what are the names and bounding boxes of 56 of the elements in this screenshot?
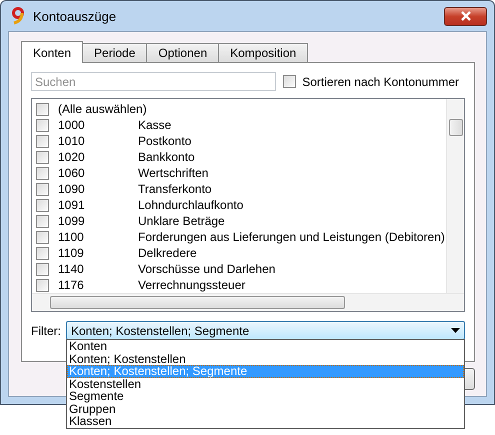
- caret-icon: [451, 328, 460, 333]
- checkbox[interactable]: [36, 102, 49, 116]
- checkbox[interactable]: [36, 198, 49, 212]
- dropdown-option[interactable]: Konten: [67, 340, 464, 352]
- checkbox[interactable]: [36, 134, 49, 148]
- account-number: 1109: [58, 246, 85, 260]
- filter-label: Filter:: [31, 324, 61, 338]
- checkbox[interactable]: [36, 246, 49, 260]
- checkbox[interactable]: [36, 166, 49, 180]
- dropdown-option[interactable]: Gruppen: [67, 402, 464, 415]
- search-field[interactable]: Suchen: [31, 72, 276, 91]
- checkbox[interactable]: [36, 278, 49, 292]
- account-name: Forderungen aus Lieferungen und Leistungen (Debitoren): [138, 230, 445, 244]
- account-number: 1140: [58, 262, 85, 276]
- checkbox-label: Sortieren nach Kontonummer: [302, 74, 459, 88]
- tab[interactable]: Konten: [21, 41, 84, 63]
- checkbox[interactable]: [36, 118, 49, 132]
- account-name: Wertschriften: [138, 166, 208, 180]
- account-number: 1020: [58, 150, 86, 164]
- account-name: Transferkonto: [138, 182, 212, 196]
- account-number: 1091: [58, 198, 86, 212]
- account-name: Lohndurchlaufkonto: [138, 198, 244, 212]
- close-button[interactable]: [444, 6, 487, 26]
- account-name: Postkonto: [138, 134, 192, 148]
- select-all-label: (Alle auswählen): [58, 102, 147, 116]
- dropdown-option[interactable]: Kostenstellen: [67, 378, 464, 390]
- account-name: Bankkonto: [138, 150, 195, 164]
- close-icon: [460, 11, 472, 21]
- tab[interactable]: Optionen: [146, 43, 220, 62]
- account-name: Kasse: [138, 118, 172, 132]
- filter-dropdown[interactable]: Konten; Kostenstellen; Segmente: [66, 321, 465, 340]
- account-number: 1010: [58, 134, 86, 148]
- account-number: 1000: [58, 118, 86, 132]
- tab[interactable]: Periode: [82, 43, 148, 62]
- checkbox[interactable]: [36, 182, 49, 196]
- account-number: 1176: [58, 278, 85, 292]
- account-number: 1060: [58, 166, 86, 180]
- account-number: 1100: [58, 230, 85, 244]
- vertical-scrollbar[interactable]: [446, 99, 464, 294]
- dropdown-option[interactable]: Klassen: [67, 415, 464, 428]
- dropdown-option[interactable]: Konten; Kostenstellen: [67, 352, 464, 365]
- tab[interactable]: Komposition: [218, 43, 308, 62]
- account-number: 1099: [58, 214, 86, 228]
- window-title: Kontoauszüge: [33, 8, 118, 24]
- checkbox[interactable]: [36, 150, 49, 164]
- checkbox[interactable]: [36, 230, 49, 244]
- account-name: Vorschüsse und Darlehen: [138, 262, 276, 276]
- checkbox[interactable]: [283, 75, 296, 88]
- account-name: Verrechnungssteuer: [138, 278, 246, 292]
- account-name: Delkredere: [138, 246, 197, 260]
- account-number: 1090: [58, 182, 86, 196]
- checkbox[interactable]: [36, 214, 49, 228]
- horizontal-scrollbar[interactable]: [32, 293, 464, 311]
- account-name: Unklare Beträge: [138, 214, 225, 228]
- checkbox[interactable]: [36, 262, 49, 276]
- dropdown-option[interactable]: Segmente: [67, 390, 464, 402]
